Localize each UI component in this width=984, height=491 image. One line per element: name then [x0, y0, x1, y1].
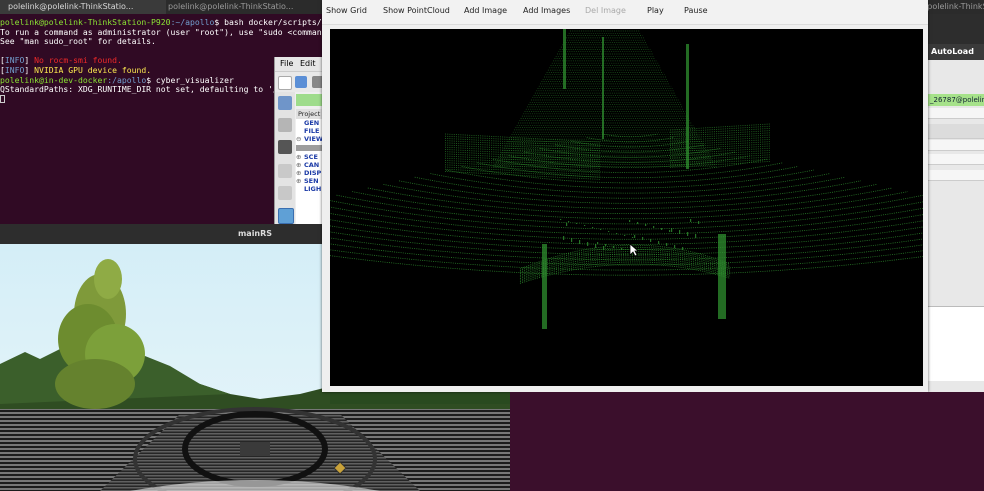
tree-item-label: SCE	[304, 153, 318, 161]
right-app-panel	[928, 306, 984, 381]
add-image-button[interactable]: Add Image	[464, 6, 507, 15]
list-row[interactable]	[928, 108, 984, 119]
mouse-pointer-icon	[629, 243, 639, 257]
autoload-title: AutoLoad	[928, 44, 984, 60]
right-app-window[interactable]: AutoLoad _26787@polelin	[928, 14, 984, 408]
tree-toggle[interactable]: ⊕	[296, 153, 304, 161]
info-tag: INFO	[4, 55, 25, 66]
tree-header: Project	[296, 109, 325, 119]
tree-item[interactable]: ⊕ CAN	[296, 161, 325, 169]
info-text: NVIDIA GPU device found.	[29, 64, 152, 75]
prompt-user: polelink@polelink-ThinkStation-P920	[0, 17, 171, 27]
info-text: No rocm-smi found.	[29, 55, 122, 66]
channel-row-selected[interactable]: _26787@polelin	[928, 94, 984, 106]
tree-toggle[interactable]: ⊕	[296, 177, 304, 185]
prompt-user: polelink@in-dev-docker	[0, 74, 108, 85]
side-toolbar	[275, 92, 295, 225]
tree-item-label: DISP	[304, 169, 322, 177]
pointcloud-canvas[interactable]	[330, 29, 923, 386]
tree-item[interactable]: ⊕ DISP	[296, 169, 325, 177]
list-row[interactable]	[928, 154, 984, 165]
tree-item-label: GEN	[304, 119, 320, 127]
document-icon[interactable]	[278, 164, 292, 178]
show-grid-button[interactable]: Show Grid	[326, 6, 367, 15]
gear-icon[interactable]	[278, 96, 292, 110]
tree-selection	[296, 145, 325, 151]
list-row[interactable]	[928, 140, 984, 151]
background-app-window[interactable]: File Edit Project GEN FILE ⊖ VIEW ⊕ SCE ⊕ C…	[274, 57, 325, 225]
command-text: $ cyber_visualizer	[146, 74, 234, 85]
open-folder-icon[interactable]	[295, 76, 307, 88]
prompt-path: :~/apollo	[170, 17, 215, 27]
tree-item[interactable]: FILE	[296, 127, 325, 135]
del-image-button: Del Image	[585, 6, 626, 15]
visualizer-toolbar: Show Grid Show PointCloud Add Image Add …	[322, 0, 928, 25]
menu-edit[interactable]: Edit	[300, 59, 316, 68]
info-tag: INFO	[4, 64, 25, 75]
tree-toggle[interactable]: ⊕	[296, 161, 304, 169]
tree-item[interactable]: GEN	[296, 119, 325, 127]
eye-icon[interactable]	[278, 118, 292, 132]
tree-item-label: VIEW	[304, 135, 324, 143]
list-row[interactable]	[928, 170, 984, 181]
tree-toggle[interactable]: ⊕	[296, 169, 304, 177]
camera-icon[interactable]	[278, 140, 292, 154]
tree-item[interactable]: ⊕ SEN	[296, 177, 325, 185]
tree-item-label: CAN	[304, 161, 320, 169]
cyber-visualizer-window[interactable]: Show Grid Show PointCloud Add Image Add …	[322, 0, 928, 392]
pointcloud-render	[330, 29, 923, 329]
tree-item-label: SEN	[304, 177, 319, 185]
terminal-line: See "man sudo_root" for details.	[0, 36, 156, 47]
terminal-cursor	[0, 94, 5, 103]
project-tree[interactable]: Project GEN FILE ⊖ VIEW ⊕ SCE ⊕ CAN ⊕ DISP ⊕…	[296, 109, 325, 225]
list-icon[interactable]	[278, 186, 292, 200]
command-text: $ bash docker/scripts/d	[214, 17, 322, 27]
tree-item-label: FILE	[304, 127, 320, 135]
show-pointcloud-button[interactable]: Show PointCloud	[383, 6, 450, 15]
right-app-header	[928, 14, 984, 44]
tree-item[interactable]: LIGH	[296, 185, 325, 193]
tree-item[interactable]: ⊖ VIEW	[296, 135, 325, 143]
menu-bar: File Edit	[275, 57, 325, 72]
tree-toggle[interactable]: ⊖	[296, 135, 304, 143]
list-row[interactable]	[928, 124, 984, 139]
terminal-tab-1[interactable]: polelink@polelink-ThinkStatio...	[0, 0, 166, 14]
menu-file[interactable]: File	[280, 59, 293, 68]
prompt-path: :/apollo	[107, 74, 147, 85]
mainrs-title: mainRS	[237, 229, 273, 238]
tree-item-label: LIGH	[304, 185, 322, 193]
desktop-background	[510, 392, 984, 491]
toolbar	[275, 72, 325, 92]
grid-icon[interactable]	[278, 208, 294, 224]
status-bar-green	[296, 94, 325, 106]
new-file-icon[interactable]	[278, 76, 292, 90]
play-button[interactable]: Play	[647, 6, 664, 15]
terminal-tab-2[interactable]: polelink@polelink-ThinkStatio...	[160, 0, 326, 14]
add-images-button[interactable]: Add Images	[523, 6, 570, 15]
tree-item[interactable]: ⊕ SCE	[296, 153, 325, 161]
pause-button[interactable]: Pause	[684, 6, 708, 15]
